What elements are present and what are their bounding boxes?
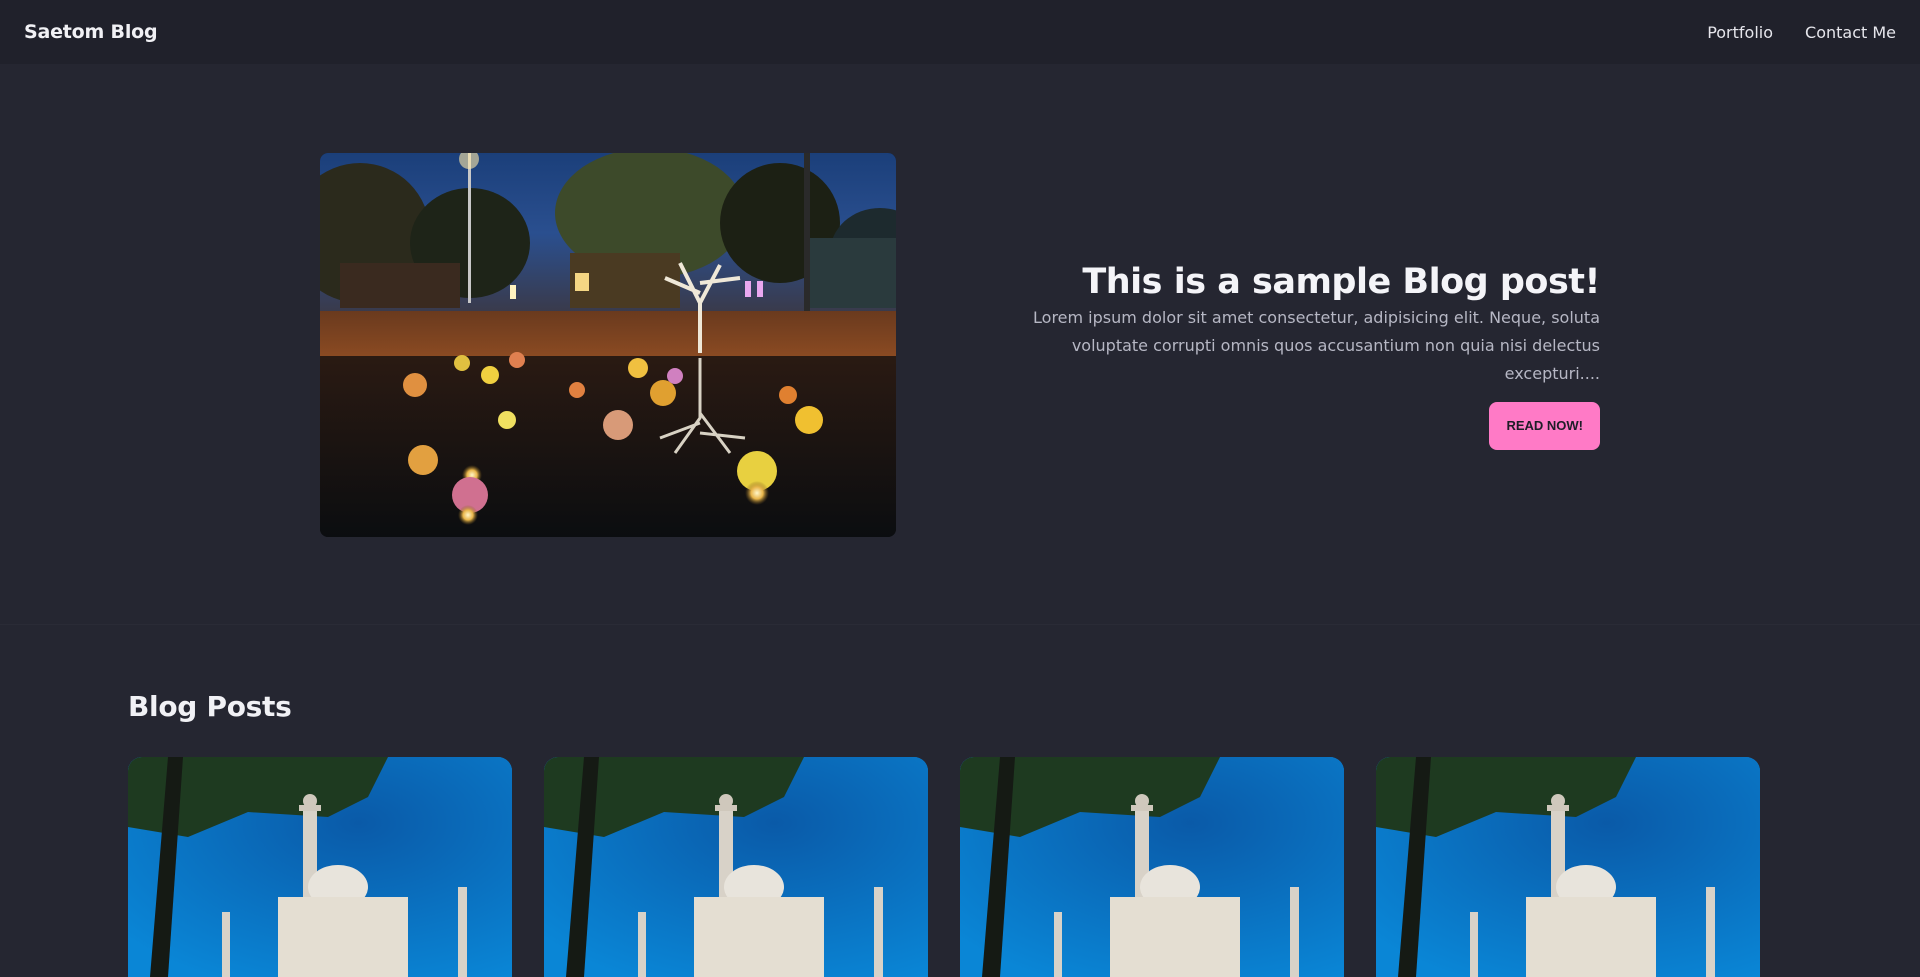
blog-posts-title: Blog Posts: [128, 690, 292, 723]
blog-post-card[interactable]: [960, 757, 1344, 977]
blog-post-card[interactable]: [1376, 757, 1760, 977]
hero-image: [320, 153, 896, 537]
blog-post-card[interactable]: [128, 757, 512, 977]
taj-mahal-image: [960, 757, 1344, 977]
taj-mahal-image: [128, 757, 512, 977]
taj-mahal-image: [1376, 757, 1760, 977]
hero-section: This is a sample Blog post! Lorem ipsum …: [0, 64, 1920, 624]
blog-post-cards: [128, 757, 1760, 977]
nav-link-portfolio[interactable]: Portfolio: [1707, 23, 1773, 42]
section-divider: [0, 624, 1920, 625]
hero-title: This is a sample Blog post!: [1082, 262, 1600, 302]
taj-mahal-image: [544, 757, 928, 977]
night-reflection-image: [320, 153, 896, 537]
hero-description: Lorem ipsum dolor sit amet consectetur, …: [1033, 308, 1600, 383]
blog-post-card[interactable]: [544, 757, 928, 977]
navbar: Saetom Blog Portfolio Contact Me: [0, 0, 1920, 64]
hero-text: This is a sample Blog post! Lorem ipsum …: [1030, 260, 1601, 450]
nav-links: Portfolio Contact Me: [1707, 23, 1896, 42]
brand-logo[interactable]: Saetom Blog: [24, 21, 158, 43]
read-now-button[interactable]: READ NOW!: [1489, 402, 1600, 450]
blog-posts-section: Blog Posts: [128, 690, 1760, 977]
nav-link-contact[interactable]: Contact Me: [1805, 23, 1896, 42]
